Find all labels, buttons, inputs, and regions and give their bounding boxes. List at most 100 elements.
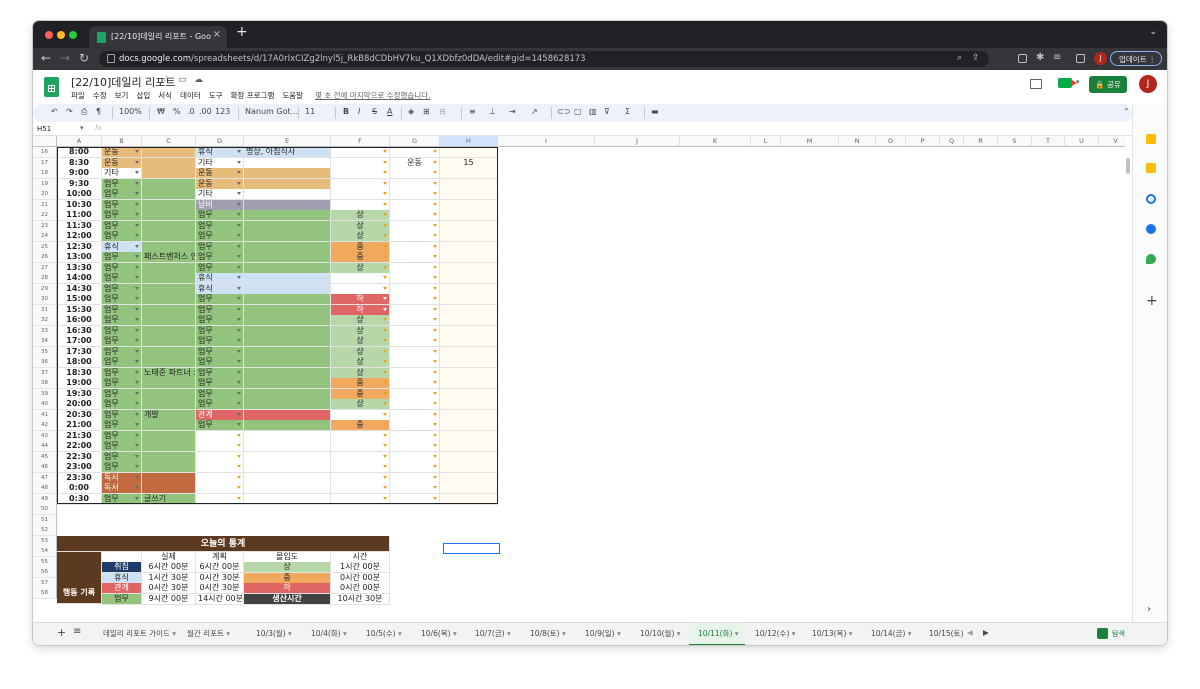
actual-category-cell[interactable]: 업무 [102,189,142,200]
plan-category-cell[interactable]: 업무 [196,367,244,379]
dropdown-chevron-icon[interactable] [383,349,387,353]
count-cell[interactable] [440,178,498,190]
time-cell[interactable]: 17:30 [57,346,102,358]
dropdown-chevron-icon[interactable] [237,423,241,426]
vertical-align-icon[interactable]: ⊥ [489,107,496,116]
plan-note-cell[interactable] [244,462,331,473]
plan-category-cell[interactable] [196,472,244,484]
count-cell[interactable] [440,483,498,494]
count-cell[interactable] [440,441,498,452]
dropdown-chevron-icon[interactable] [383,360,387,363]
time-cell[interactable]: 14:00 [57,273,102,284]
plan-note-cell[interactable]: 명상, 아침식사 [244,147,331,158]
dropdown-chevron-icon[interactable] [383,234,387,237]
number-format-select[interactable]: 123 [215,107,230,116]
column-header-r[interactable]: R [964,136,998,147]
stats-header[interactable]: 계획 [196,551,244,563]
maps-icon[interactable] [1146,254,1156,264]
dropdown-chevron-icon[interactable] [135,360,139,363]
count-cell[interactable] [440,472,498,484]
time-cell[interactable]: 14:30 [57,283,102,295]
dropdown-chevron-icon[interactable] [433,423,437,426]
extension-notion-icon[interactable] [1018,54,1027,63]
row-header[interactable]: 37 [33,367,57,379]
dropdown-chevron-icon[interactable] [433,202,437,206]
active-cell-selection[interactable] [443,543,500,554]
category-summary-cell[interactable] [390,367,440,379]
browser-tab-active[interactable]: [22/10]데일리 리포트 - Google Sheets × [89,26,227,48]
sheet-tab-menu-icon[interactable]: ▾ [789,629,796,638]
plan-note-cell[interactable] [244,472,331,484]
sheet-tab[interactable]: 10/13(목) ▾ [812,628,853,639]
dropdown-chevron-icon[interactable] [383,202,387,206]
count-cell[interactable] [440,147,498,158]
plan-category-cell[interactable] [196,462,244,473]
stats-actual[interactable]: 1시간 30분 [142,572,196,584]
note-cell[interactable]: 개발 [142,409,196,421]
dropdown-chevron-icon[interactable] [433,412,437,416]
actual-category-cell[interactable]: 업무 [102,252,142,263]
plan-note-cell[interactable] [244,273,331,284]
stats-plan[interactable]: 0시간 30분 [196,583,244,594]
stats-level[interactable]: 생산시간 [244,593,331,605]
time-cell[interactable]: 11:30 [57,220,102,232]
note-cell[interactable] [142,157,196,169]
category-summary-cell[interactable] [390,283,440,295]
new-tab-icon[interactable]: + [236,24,248,40]
focus-level-cell[interactable]: 중 [331,252,390,263]
menu-data[interactable]: 데이터 [180,91,201,100]
dropdown-chevron-icon[interactable] [135,349,139,353]
dropdown-chevron-icon[interactable] [237,402,241,405]
dropdown-chevron-icon[interactable] [433,150,437,153]
dropdown-chevron-icon[interactable] [433,391,437,395]
note-cell[interactable] [142,210,196,221]
plan-note-cell[interactable] [244,157,331,169]
back-arrow-icon[interactable]: ← [41,51,51,65]
fill-color-icon[interactable]: ◈ [408,107,414,116]
select-all-corner[interactable] [33,136,57,147]
plan-note-cell[interactable] [244,231,331,242]
sheet-tab[interactable]: 10/10(월) ▾ [640,628,681,639]
actual-category-cell[interactable]: 업무 [102,451,142,463]
note-cell[interactable] [142,147,196,158]
focus-level-cell[interactable]: 상 [331,346,390,358]
sheet-tab[interactable]: 10/7(금) ▾ [475,628,511,639]
plan-note-cell[interactable] [244,315,331,326]
plan-note-cell[interactable] [244,252,331,263]
dropdown-chevron-icon[interactable] [383,150,387,153]
stats-header[interactable]: 시간 [331,551,390,563]
sheets-logo-icon[interactable] [44,77,59,97]
row-header[interactable]: 35 [33,346,57,358]
row-header[interactable]: 27 [33,262,57,274]
dropdown-chevron-icon[interactable] [383,381,387,384]
note-cell[interactable]: 글쓰기 [142,493,196,505]
actual-category-cell[interactable]: 업무 [102,441,142,452]
note-cell[interactable] [142,304,196,316]
plan-category-cell[interactable]: 업무 [196,399,244,410]
plan-note-cell[interactable] [244,210,331,221]
column-header-d[interactable]: D [196,136,244,147]
dropdown-chevron-icon[interactable] [237,276,241,279]
count-cell[interactable] [440,220,498,232]
dropdown-chevron-icon[interactable] [237,171,241,174]
undo-icon[interactable]: ↶ [51,107,58,116]
category-summary-cell[interactable] [390,189,440,200]
sheet-tab-menu-icon[interactable]: ▾ [905,629,912,638]
last-edit-link[interactable]: 몇 초 전에 마지막으로 수정했습니다. [315,91,430,100]
column-header-f[interactable]: F [331,136,390,147]
dropdown-chevron-icon[interactable] [237,360,241,363]
plan-category-cell[interactable]: 업무 [196,420,244,431]
column-header-m[interactable]: M [781,136,839,147]
column-header-i[interactable]: I [498,136,595,147]
dropdown-chevron-icon[interactable] [433,360,437,363]
dropdown-chevron-icon[interactable] [433,339,437,342]
stats-plan[interactable]: 6시간 00분 [196,562,244,573]
stats-time[interactable]: 0시간 00분 [331,583,390,594]
calendar-icon[interactable] [1146,134,1156,144]
dropdown-chevron-icon[interactable] [383,328,387,332]
dropdown-chevron-icon[interactable] [135,475,139,479]
sheet-tab-menu-icon[interactable]: ▾ [224,629,230,638]
actual-category-cell[interactable]: 휴식 [102,241,142,253]
note-cell[interactable] [142,189,196,200]
row-header[interactable]: 29 [33,283,57,295]
